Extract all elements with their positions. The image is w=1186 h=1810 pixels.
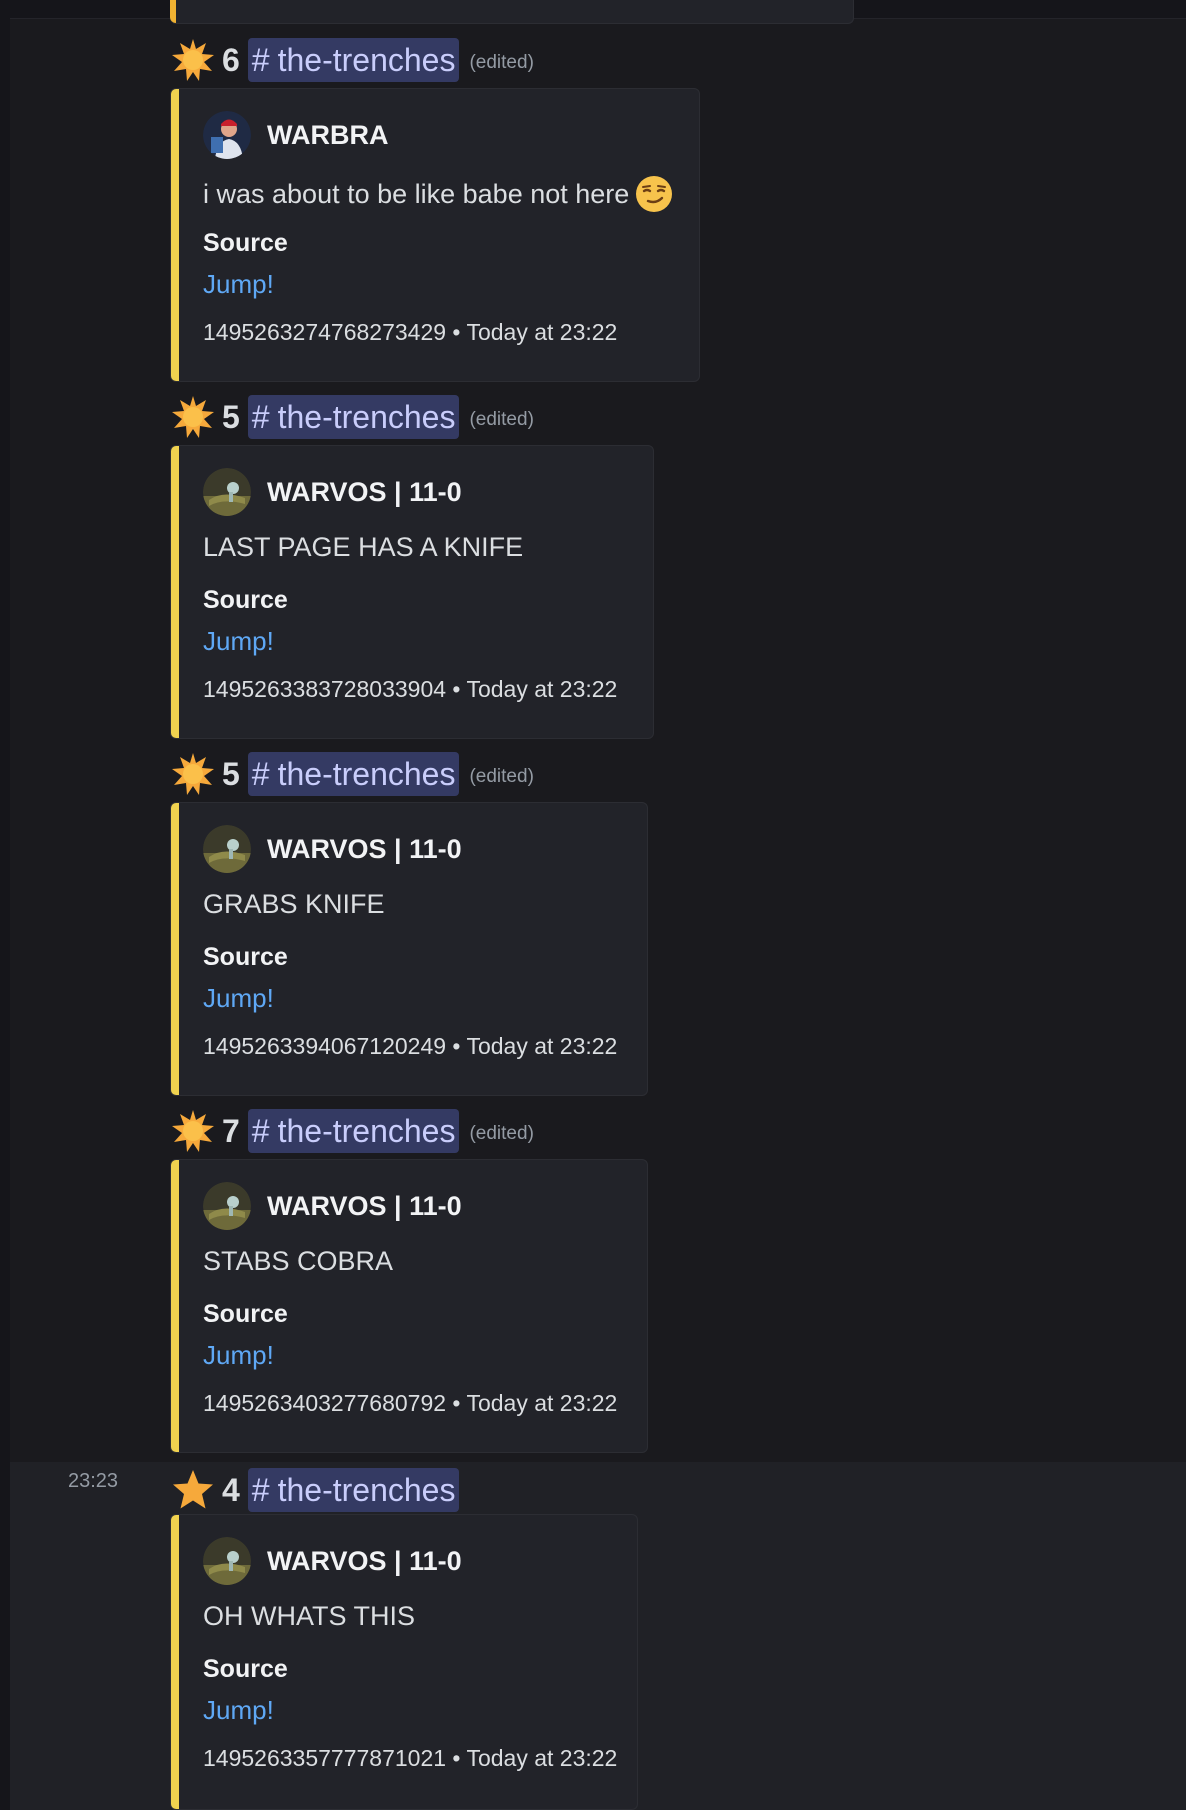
- hash-icon: #: [251, 755, 270, 792]
- smirking-face-emoji: [636, 176, 673, 212]
- embed-author-name: WARVOS | 11-0: [267, 833, 462, 864]
- jump-link[interactable]: Jump!: [203, 626, 274, 657]
- previous-embed-tail: [170, 0, 854, 24]
- channel-name: the-trenches: [277, 1471, 456, 1508]
- embed-accent-bar: [171, 803, 179, 1095]
- star-count: 5: [222, 755, 240, 792]
- hash-icon: #: [251, 41, 270, 78]
- star-count: 7: [222, 1112, 240, 1149]
- glowing-star-icon: [172, 753, 214, 795]
- jump-link[interactable]: Jump!: [203, 1695, 274, 1726]
- channel-name: the-trenches: [277, 398, 456, 435]
- embed-field-name: Source: [203, 1300, 288, 1328]
- channel-mention[interactable]: # the-trenches: [247, 1468, 460, 1512]
- channel-mention[interactable]: # the-trenches: [247, 1109, 460, 1153]
- starboard-header: 6 # the-trenches (edited): [170, 36, 534, 84]
- channel-mention[interactable]: # the-trenches: [247, 38, 460, 82]
- embed-footer: 1495263383728033904 • Today at 23:22: [203, 676, 618, 702]
- channel-name: the-trenches: [277, 41, 456, 78]
- starboard-header: 4 # the-trenches: [170, 1466, 460, 1514]
- message[interactable]: 5 # the-trenches (edited) WARVOS | 11-0 L…: [10, 393, 1186, 745]
- message-timestamp[interactable]: 23:23: [68, 1470, 118, 1493]
- embed-author-name: WARVOS | 11-0: [267, 1190, 462, 1221]
- embed-accent-bar: [171, 1160, 179, 1452]
- embed-description-text: GRABS KNIFE: [203, 889, 385, 919]
- embed-field-name: Source: [203, 586, 288, 614]
- message[interactable]: 6 # the-trenches (edited) WARBRA i was ab…: [10, 36, 1186, 388]
- embed-field-name: Source: [203, 229, 288, 257]
- left-gutter: [0, 18, 10, 1810]
- embed-footer: 1495263394067120249 • Today at 23:22: [203, 1033, 618, 1059]
- embed-description-text: OH WHATS THIS: [203, 1601, 416, 1631]
- embed-footer: 1495263274768273429 • Today at 23:22: [203, 319, 618, 345]
- message[interactable]: 23:23 4 # the-trenches WARVOS | 11-0 OH …: [10, 1462, 1186, 1810]
- star-count: 6: [222, 41, 240, 78]
- embed-description-text: i was about to be like babe not here: [203, 178, 630, 209]
- embed-footer: 1495263403277680792 • Today at 23:22: [203, 1390, 618, 1416]
- channel-mention[interactable]: # the-trenches: [247, 752, 460, 796]
- embed-author: WARVOS | 11-0: [203, 1182, 462, 1230]
- embed-author: WARBRA: [203, 111, 389, 159]
- quote-embed: WARVOS | 11-0 STABS COBRA Source Jump! 1…: [170, 1159, 648, 1453]
- hash-icon: #: [251, 398, 270, 435]
- jump-link[interactable]: Jump!: [203, 269, 274, 300]
- avatar[interactable]: [203, 825, 251, 873]
- message[interactable]: 5 # the-trenches (edited) WARVOS | 11-0 G…: [10, 750, 1186, 1102]
- avatar[interactable]: [203, 111, 251, 159]
- embed-author: WARVOS | 11-0: [203, 825, 462, 873]
- star-icon: [173, 1470, 213, 1509]
- embed-field-name: Source: [203, 943, 288, 971]
- embed-author: WARVOS | 11-0: [203, 468, 462, 516]
- edited-label: (edited): [469, 1123, 534, 1144]
- embed-description: GRABS KNIFE: [203, 889, 385, 920]
- starboard-header: 5 # the-trenches (edited): [170, 750, 534, 798]
- glowing-star-icon: [172, 396, 214, 438]
- edited-label: (edited): [469, 409, 534, 430]
- quote-embed: WARBRA i was about to be like babe not h…: [170, 88, 700, 382]
- embed-field-name: Source: [203, 1655, 288, 1683]
- embed-description: STABS COBRA: [203, 1246, 393, 1277]
- glowing-star-icon: [172, 39, 214, 81]
- embed-accent-bar: [171, 1515, 179, 1809]
- jump-link[interactable]: Jump!: [203, 983, 274, 1014]
- star-count: 5: [222, 398, 240, 435]
- avatar[interactable]: [203, 1537, 251, 1585]
- embed-description: i was about to be like babe not here: [203, 175, 673, 213]
- embed-accent-bar: [171, 89, 179, 381]
- embed-description: OH WHATS THIS: [203, 1601, 415, 1632]
- starboard-header: 7 # the-trenches (edited): [170, 1107, 534, 1155]
- embed-author: WARVOS | 11-0: [203, 1537, 462, 1585]
- embed-description: LAST PAGE HAS A KNIFE: [203, 532, 523, 563]
- embed-description-text: LAST PAGE HAS A KNIFE: [203, 532, 524, 562]
- glowing-star-icon: [172, 1110, 214, 1152]
- starboard-header: 5 # the-trenches (edited): [170, 393, 534, 441]
- avatar[interactable]: [203, 468, 251, 516]
- avatar[interactable]: [203, 1182, 251, 1230]
- star-count: 4: [222, 1471, 240, 1508]
- quote-embed: WARVOS | 11-0 LAST PAGE HAS A KNIFE Sour…: [170, 445, 654, 739]
- quote-embed: WARVOS | 11-0 OH WHATS THIS Source Jump!…: [170, 1514, 638, 1810]
- hash-icon: #: [251, 1112, 270, 1149]
- message[interactable]: 7 # the-trenches (edited) WARVOS | 11-0 S…: [10, 1107, 1186, 1459]
- jump-link[interactable]: Jump!: [203, 1340, 274, 1371]
- quote-embed: WARVOS | 11-0 GRABS KNIFE Source Jump! 1…: [170, 802, 648, 1096]
- embed-accent-bar: [171, 446, 179, 738]
- channel-mention[interactable]: # the-trenches: [247, 395, 460, 439]
- embed-footer: 1495263357777871021 • Today at 23:22: [203, 1745, 618, 1771]
- embed-description-text: STABS COBRA: [203, 1246, 394, 1276]
- edited-label: (edited): [469, 766, 534, 787]
- embed-author-name: WARBRA: [267, 119, 389, 150]
- edited-label: (edited): [469, 52, 534, 73]
- chat-scroll-area[interactable]: 6 # the-trenches (edited) WARBRA i was ab…: [0, 0, 1186, 1810]
- embed-author-name: WARVOS | 11-0: [267, 476, 462, 507]
- embed-author-name: WARVOS | 11-0: [267, 1545, 462, 1576]
- hash-icon: #: [251, 1471, 270, 1508]
- channel-name: the-trenches: [277, 1112, 456, 1149]
- channel-name: the-trenches: [277, 755, 456, 792]
